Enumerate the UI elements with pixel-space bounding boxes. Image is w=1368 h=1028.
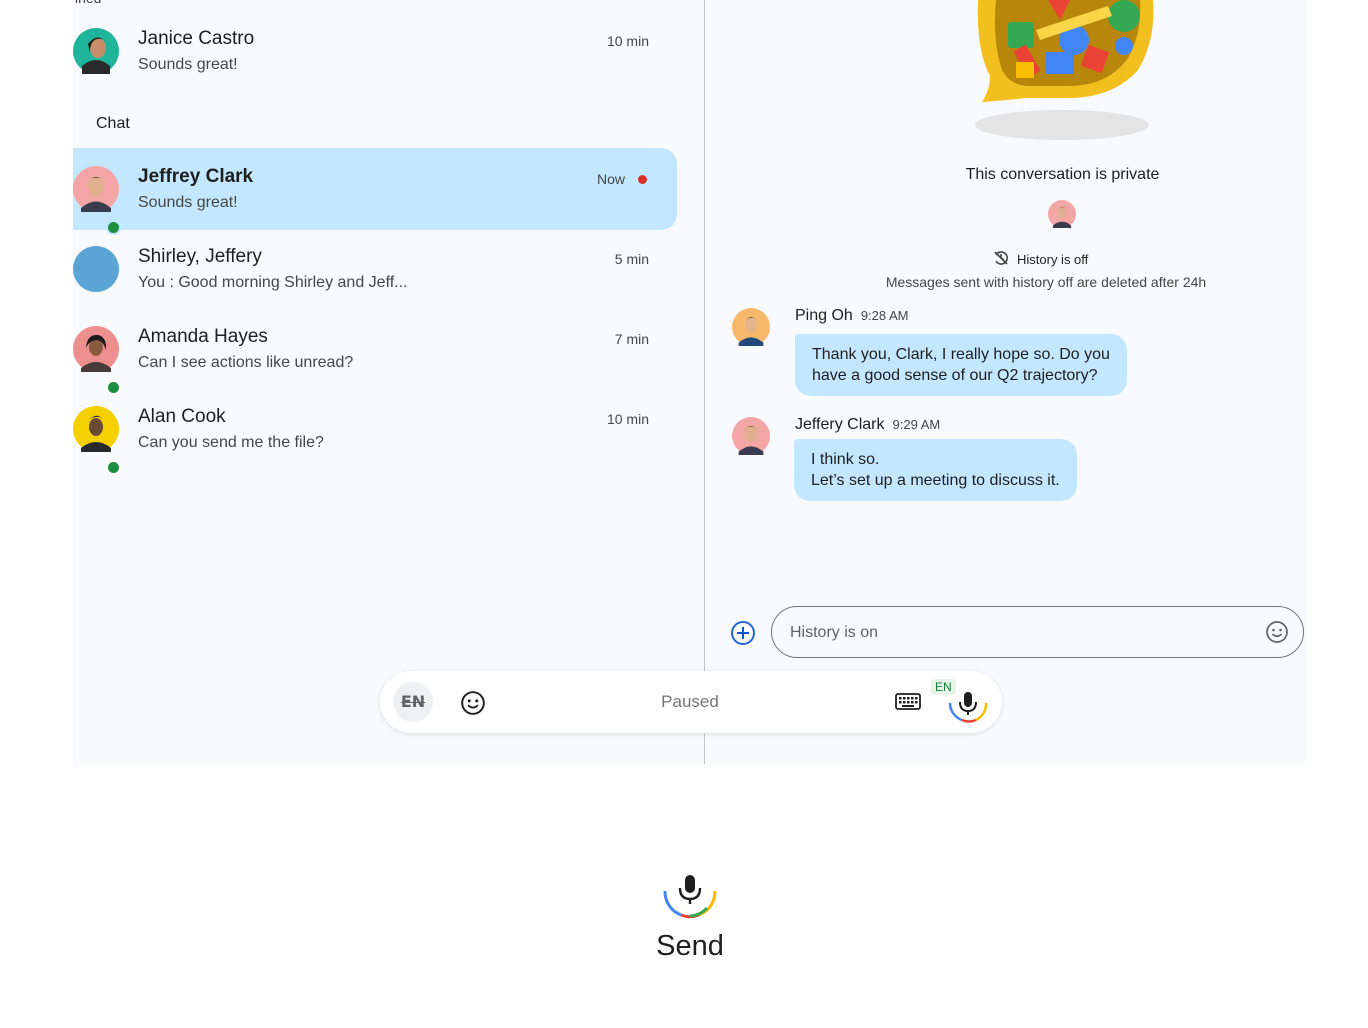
chat-list-item-selected[interactable]: Jeffrey Clark Sounds great! Now [73, 148, 677, 235]
timestamp: 10 min [606, 411, 649, 427]
message-preview: Can I see actions like unread? [138, 354, 354, 371]
message-preview: Sounds great! [138, 194, 238, 211]
pane-divider [704, 0, 705, 764]
section-label-chat: Chat [96, 115, 130, 132]
contact-name: Janice Castro [138, 28, 255, 49]
history-status-label: History is off [1017, 252, 1089, 267]
timestamp: 10 min [606, 33, 649, 49]
avatar [732, 417, 770, 455]
chat-list-item[interactable]: Alan Cook Can you send me the file? 10 m… [73, 388, 677, 475]
contact-name: Shirley, Jeffery [138, 246, 262, 267]
add-circle-icon [731, 621, 755, 645]
voice-status: Paused [661, 692, 719, 711]
language-button[interactable]: EN [393, 682, 433, 722]
message-text-line: Let’s set up a meeting to discuss it. [811, 472, 1060, 489]
message-preview: Can you send me the file? [138, 434, 324, 451]
message-header: Jeffery Clark 9:29 AM [795, 416, 940, 434]
message-preview: Sounds great! [138, 56, 238, 73]
message-bubble[interactable]: Thank you, Clark, I really hope so. Do y… [795, 334, 1127, 396]
message-text-line: have a good sense of our Q2 trajectory? [812, 367, 1098, 384]
add-attachment-button[interactable] [730, 620, 756, 646]
send-label: Send [656, 930, 724, 962]
chat-list-item[interactable]: Janice Castro Sounds great! 10 min [73, 10, 677, 92]
timestamp: 7 min [614, 331, 649, 347]
avatar [73, 166, 121, 235]
sender-name: Jeffery Clark [795, 416, 885, 433]
history-note: Messages sent with history off are delet… [885, 274, 1207, 290]
private-conversation-illustration [898, 0, 1168, 150]
avatar [73, 406, 121, 475]
message-composer [771, 606, 1304, 658]
mic-icon [663, 864, 717, 919]
timestamp: Now [596, 171, 625, 187]
contact-name: Jeffrey Clark [138, 166, 254, 187]
online-status-indicator [106, 460, 121, 475]
keyboard-icon[interactable] [895, 692, 921, 717]
message-time: 9:29 AM [892, 417, 941, 432]
sender-name: Ping Oh [795, 307, 853, 324]
private-conversation-title: This conversation is private [965, 166, 1160, 183]
voice-input-toolbar: EN Paused EN [380, 671, 1002, 733]
mic-icon[interactable] [944, 679, 992, 732]
message-header: Ping Oh 9:28 AM [795, 307, 909, 325]
timestamp: 5 min [614, 251, 649, 267]
contact-name: Alan Cook [138, 406, 226, 427]
message-time: 9:28 AM [860, 308, 909, 323]
avatar [73, 326, 121, 395]
unread-indicator [638, 175, 647, 184]
avatar [73, 28, 119, 74]
history-status: History is off [993, 250, 1088, 269]
message-input[interactable] [788, 620, 1252, 646]
section-label-pinned: ined [75, 0, 101, 6]
avatar [73, 246, 119, 292]
chat-list-item[interactable]: Amanda Hayes Can I see actions like unre… [73, 308, 677, 395]
chat-list-item[interactable]: Shirley, Jeffery You : Good morning Shir… [73, 228, 677, 310]
message-text-line: Thank you, Clark, I really hope so. Do y… [812, 346, 1110, 363]
avatar [1048, 200, 1076, 228]
message-text-line: I think so. [811, 451, 880, 468]
voice-send-button[interactable] [661, 862, 719, 925]
avatar [732, 308, 770, 346]
message-preview: You : Good morning Shirley and Jeff... [138, 274, 408, 291]
emoji-icon[interactable] [460, 690, 486, 721]
history-off-icon [993, 250, 1009, 269]
message-bubble[interactable]: I think so. Let’s set up a meeting to di… [794, 439, 1077, 501]
contact-name: Amanda Hayes [138, 326, 268, 347]
emoji-icon[interactable] [1265, 620, 1289, 649]
